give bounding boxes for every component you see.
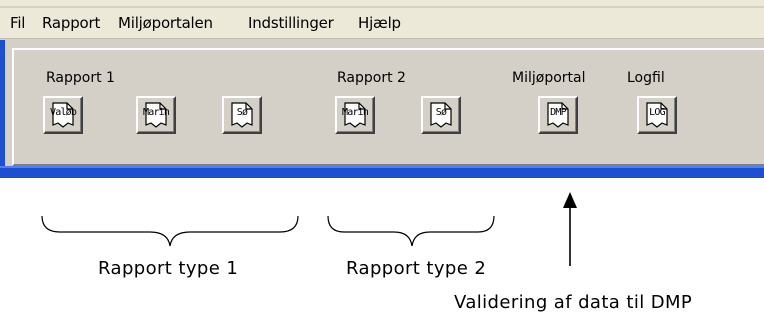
annotation-validering-dmp: Validering af data til DMP bbox=[454, 292, 693, 313]
brace-type2 bbox=[327, 215, 495, 247]
annotation-rapport-type1: Rapport type 1 bbox=[98, 258, 239, 279]
annotation-rapport-type2: Rapport type 2 bbox=[346, 258, 487, 279]
brace-type1 bbox=[41, 215, 299, 247]
up-arrow-head bbox=[563, 192, 577, 208]
